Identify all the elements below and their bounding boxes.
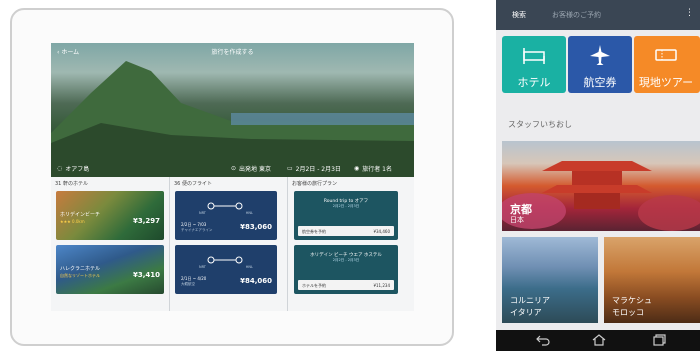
destination[interactable]: ◌ オアフ島 [57,164,89,173]
destination-card[interactable]: コルニリア イタリア [502,237,598,323]
city-country: イタリア [510,308,542,317]
origin-label: 出発地 東京 [239,166,271,173]
plan-price: ¥11,234 [373,283,390,288]
plan-card[interactable]: ホリデイン ビーチ ウエア ホステル 2月2日 - 2月3日 ホテルを予約 ¥1… [294,245,398,294]
section-title: スタッフいちおし [508,120,572,129]
airport-codes: NRT HNL [199,211,253,215]
category-label: ホテル [517,76,551,89]
category-label: 航空券 [583,76,617,89]
category-label: 現地ツアー [638,76,694,89]
featured-country: 日本 [510,216,524,224]
travelers-label: 旅行者 1名 [362,166,392,173]
pin-icon: ◌ [57,165,63,172]
recent-apps-icon[interactable] [652,334,666,346]
dates[interactable]: ▭ 2月2日 - 2月3日 [287,164,341,173]
tablet-screen: ‹ ホーム 旅行を作成する ◌ オアフ島 ⊙ 出発地 東京 ▭ 2月2日 - 2… [51,43,414,311]
home-icon[interactable] [592,334,606,346]
airport-codes: NRT HNL [199,265,253,269]
plan-date: 2月2日 - 2月3日 [332,258,360,262]
hotel-card[interactable]: ホリデインビーチ ★★★ 0.0km ¥3,297 [56,191,164,240]
ticket-icon [655,49,677,61]
hotels-panel: 31 軒のホテル ホリデインビーチ ★★★ 0.0km ¥3,297 ハレクラニ… [51,177,170,311]
plans-panel: お客様の旅行プラン Round trip to オアフ 2月2日 - 2月3日 … [288,177,414,311]
category-hotel[interactable]: ホテル [502,36,566,93]
flights-header: 36 便のフライト [174,181,212,187]
plane-icon: ⊙ [231,165,237,172]
plan-price: ¥34,460 [373,229,390,234]
book-label: 航空券を予約 [302,229,326,234]
flight-card[interactable]: NRT HNL 2/1日 ~ 4/20 大韓航空 ¥84,060 [175,245,277,294]
origin-code: NRT [199,211,206,215]
destination-label: オアフ島 [65,166,90,173]
hotels-header: 31 軒のホテル [55,181,88,187]
flights-panel: 36 便のフライト NRT HNL 2/2日 ~ 7/03 チャイナエアライン … [170,177,288,311]
flight-price: ¥84,060 [240,277,272,285]
destination-code: HNL [245,211,253,215]
hotel-rating: 自然なリゾートホテル [60,273,100,278]
tab-reservations[interactable]: お客様のご予約 [552,10,601,20]
featured-destination-card[interactable]: 京都 日本 [502,141,700,231]
system-nav-bar [496,330,700,351]
hotel-name: ホリデインビーチ [60,212,101,218]
category-flight[interactable]: 航空券 [568,36,632,93]
origin[interactable]: ⊙ 出発地 東京 [231,164,271,173]
origin-code: NRT [199,265,206,269]
hotel-name: ハレクラニホテル [60,266,101,272]
results-panels: 31 軒のホテル ホリデインビーチ ★★★ 0.0km ¥3,297 ハレクラニ… [51,177,414,311]
top-tab-bar: 検索 お客様のご予約 ⋮ [496,0,700,30]
city-name: コルニリア [510,296,550,305]
plan-date: 2月2日 - 2月3日 [332,204,360,208]
hotel-card[interactable]: ハレクラニホテル 自然なリゾートホテル ¥3,410 [56,245,164,294]
destination-card[interactable]: マラケシュ モロッコ [604,237,700,323]
bed-icon [523,48,545,64]
destination-code: HNL [245,265,253,269]
city-name: マラケシュ [612,296,652,305]
phone-screen: 検索 お客様のご予約 ⋮ ホテル 航空券 現地ツアー スタッフいちおし 京都 日… [496,0,700,351]
airline: チャイナエアライン [181,228,213,232]
hotel-price: ¥3,410 [132,271,160,279]
flight-price: ¥83,060 [240,223,272,231]
book-label: ホテルを予約 [302,283,326,288]
hotel-price: ¥3,297 [132,217,160,225]
flight-card[interactable]: NRT HNL 2/2日 ~ 7/03 チャイナエアライン ¥83,060 [175,191,277,240]
plans-header: お客様の旅行プラン [292,181,338,187]
trip-summary-bar: ◌ オアフ島 ⊙ 出発地 東京 ▭ 2月2日 - 2月3日 ◉ 旅行者 1名 [51,161,414,175]
tab-search[interactable]: 検索 [512,10,526,20]
dates-label: 2月2日 - 2月3日 [295,166,341,173]
hotel-rating: ★★★ 0.0km [60,219,85,224]
calendar-icon: ▭ [287,165,293,172]
city-country: モロッコ [612,308,644,317]
category-tour[interactable]: 現地ツアー [634,36,700,93]
person-icon: ◉ [354,165,360,172]
book-flight-button[interactable]: 航空券を予約 ¥34,460 [298,226,394,236]
more-icon[interactable]: ⋮ [685,8,694,18]
hero-image: ‹ ホーム 旅行を作成する ◌ オアフ島 ⊙ 出発地 東京 ▭ 2月2日 - 2… [51,43,414,177]
plane-icon [590,45,610,65]
airline: 大韓航空 [181,282,195,286]
travelers[interactable]: ◉ 旅行者 1名 [354,164,392,173]
back-icon[interactable] [536,334,550,346]
page-title: 旅行を作成する [211,49,254,56]
plan-card[interactable]: Round trip to オアフ 2月2日 - 2月3日 航空券を予約 ¥34… [294,191,398,240]
book-hotel-button[interactable]: ホテルを予約 ¥11,234 [298,280,394,290]
mountain-illustration [51,61,414,177]
pagoda-illustration [502,161,700,231]
